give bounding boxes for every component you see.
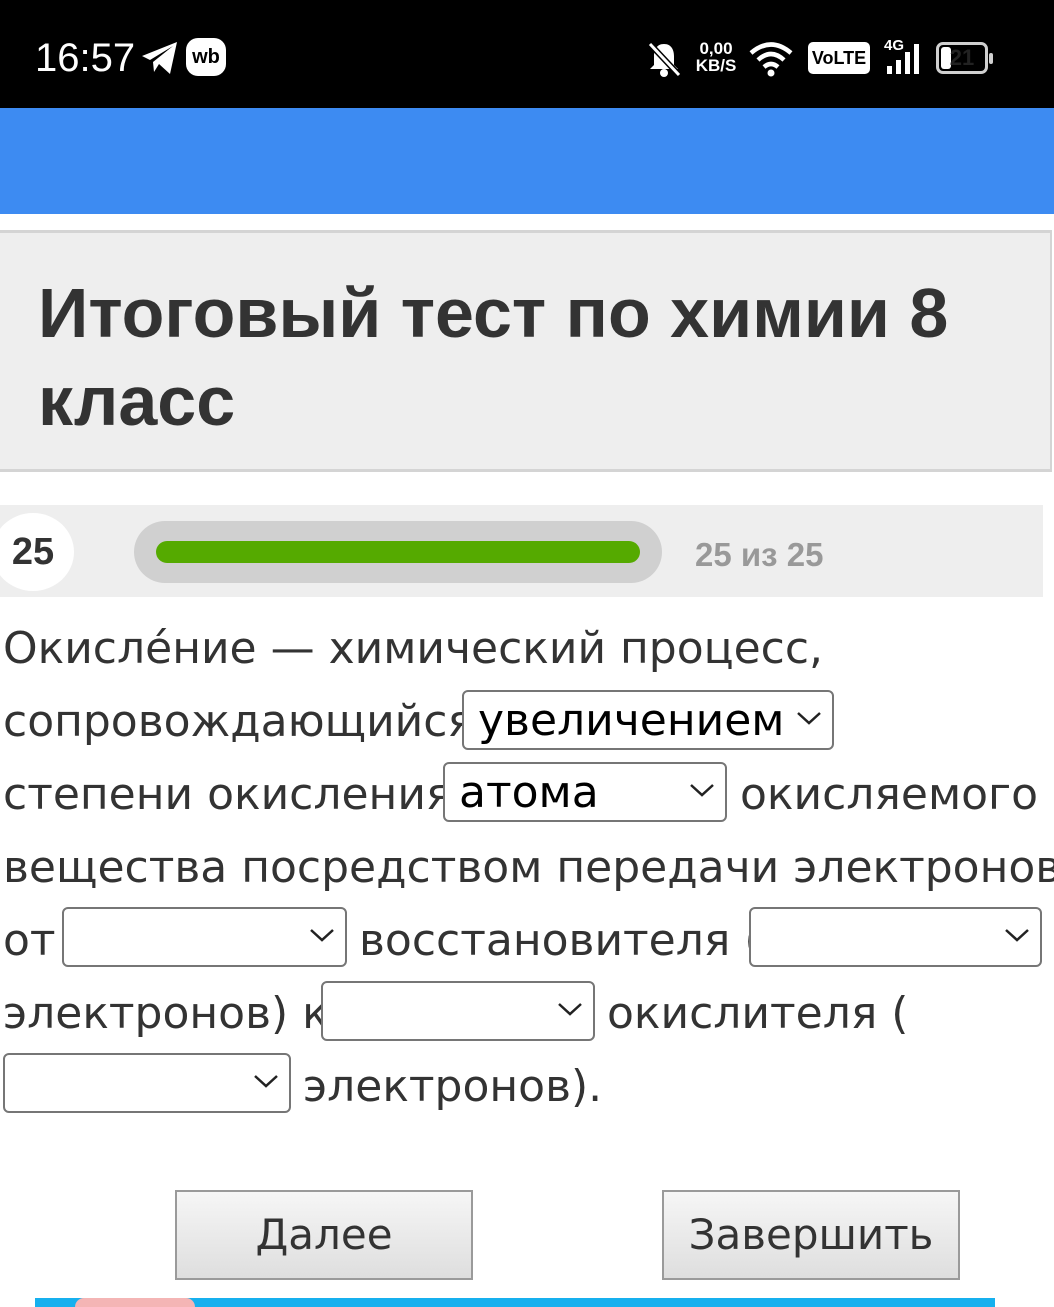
chevron-down-icon [690,784,714,797]
select-value: увеличением [478,695,785,746]
progress-bar-fill [156,541,640,563]
answer-select-1[interactable]: увеличением [462,690,834,750]
ad-banner[interactable] [35,1298,995,1307]
volte-badge: VoLTE [808,42,870,74]
progress-bar [134,521,662,583]
page-title: Итоговый тест по химии 8 класс [38,274,949,440]
question-segment: от [3,915,56,966]
question-segment: вещества посредством передачи электронов [3,842,1054,893]
finish-button[interactable]: Завершить [662,1190,960,1280]
answer-select-5[interactable] [321,981,595,1041]
question-segment: Окисле́ние — химический процесс, [3,623,824,674]
question-segment: окислителя ( [607,988,909,1039]
network-speed: 0,00 KB/S [695,39,737,75]
answer-select-6[interactable] [3,1053,291,1113]
chevron-down-icon [310,929,334,942]
question-number: 25 [0,513,74,591]
question-segment: степени окисления [3,769,453,820]
answer-select-4[interactable] [749,907,1042,967]
question-segment: восстановителя ( [359,915,762,966]
signal-icon [887,44,919,74]
site-header [0,108,1054,214]
bell-off-icon [647,41,682,78]
next-button[interactable]: Далее [175,1190,473,1280]
telegram-icon [142,42,177,74]
wildberries-icon: wb [186,38,226,76]
title-panel: Итоговый тест по химии 8 класс [0,230,1052,472]
progress-strip: 25 25 из 25 [0,505,1043,597]
wifi-icon [749,42,793,77]
chevron-down-icon [558,1003,582,1016]
question-segment: электронов) к [3,988,329,1039]
battery-icon: 21 [936,42,993,74]
answer-select-2[interactable]: атома [443,762,727,822]
question-segment: сопровождающийся [3,696,474,747]
progress-label: 25 из 25 [695,536,824,573]
select-value: атома [459,767,599,818]
chevron-down-icon [1005,929,1029,942]
chevron-down-icon [254,1075,278,1088]
question-segment: окисляемого [740,769,1039,820]
answer-select-3[interactable] [62,907,347,967]
status-bar: 16:57 wb 0,00 KB/S VoLTE 4G 21 [0,0,1054,108]
question-segment: электронов). [303,1061,603,1112]
status-time: 16:57 [35,36,136,80]
chevron-down-icon [797,712,821,725]
